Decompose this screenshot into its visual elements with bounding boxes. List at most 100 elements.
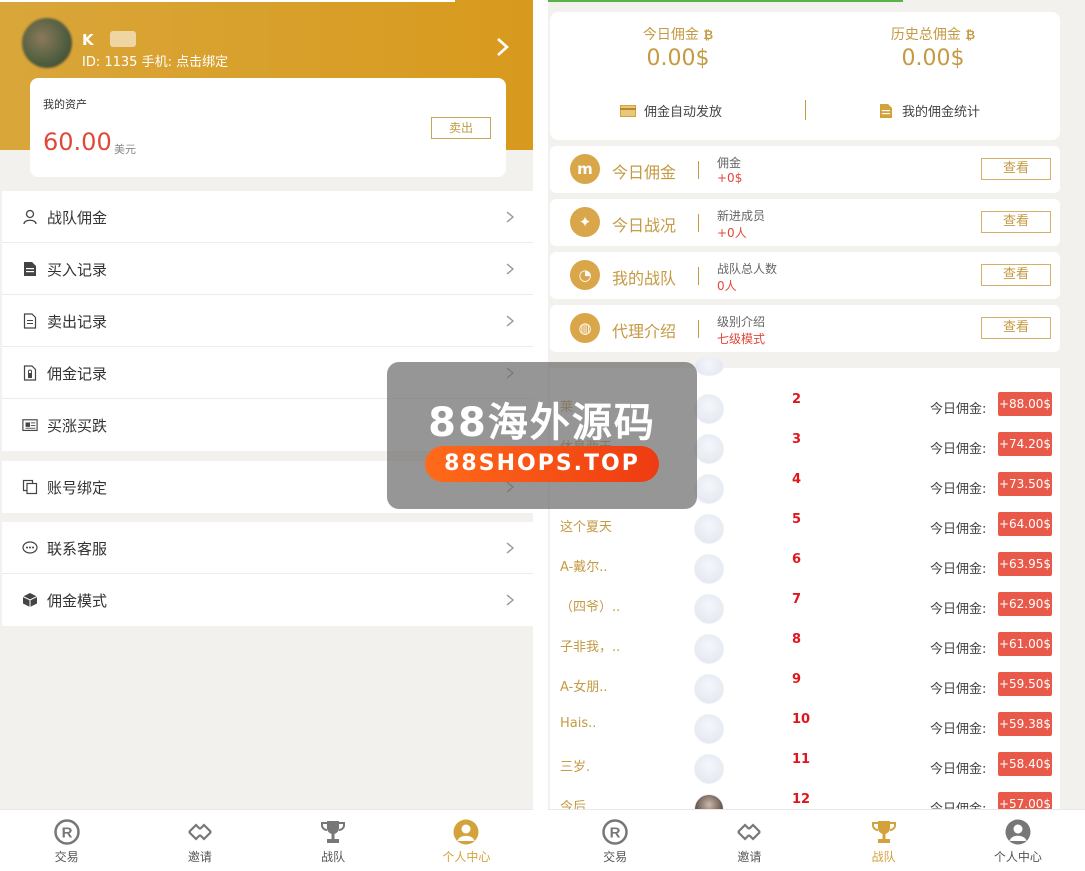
auto-payout-link[interactable]: 佣金自动发放 [620, 101, 722, 120]
nav-item-1[interactable]: 邀请 [133, 810, 266, 871]
avatar [694, 394, 724, 424]
card-icon [620, 105, 636, 117]
bottom-nav: R 交易 邀请 战队 个人中心 [548, 809, 1085, 871]
row-title: 代理介绍 [612, 322, 677, 341]
avatar[interactable] [22, 18, 72, 68]
avatar [694, 634, 724, 664]
menu-item-label: 买涨买跌 [47, 417, 108, 435]
avatar [694, 554, 724, 584]
row-sub-value: +0$ [717, 171, 743, 185]
menu-item[interactable]: 佣金模式 [2, 574, 533, 626]
rank-number: 2 [792, 392, 802, 407]
ranking-row: 三岁. 11 今日佣金: +58.40$ [550, 744, 1060, 784]
avatar [694, 514, 724, 544]
rank-number: 4 [792, 472, 802, 487]
view-button[interactable]: 查看 [981, 264, 1051, 286]
member-name: Hais.. [560, 716, 597, 731]
row-sub-label: 新进成员 [717, 209, 766, 223]
row-title: 今日战况 [612, 216, 677, 235]
menu-item[interactable]: 战队佣金 [2, 191, 533, 243]
chat-icon [22, 540, 38, 556]
nav-item-0[interactable]: R 交易 [548, 810, 682, 871]
avatar [694, 434, 724, 464]
svg-text:R: R [61, 825, 72, 842]
avatar [694, 754, 724, 784]
progress-line [548, 0, 903, 2]
sell-button[interactable]: 卖出 [431, 117, 491, 139]
svg-text:R: R [610, 825, 621, 842]
chevron-right-icon [505, 592, 515, 606]
registered-icon: R [601, 818, 629, 846]
rank-number: 11 [792, 752, 811, 767]
nav-item-1[interactable]: 邀请 [682, 810, 816, 871]
nav-item-3[interactable]: 个人中心 [400, 810, 533, 871]
nav-item-2[interactable]: 战队 [817, 810, 951, 871]
commission-amount-badge: +63.95$ [998, 552, 1052, 576]
profile-header: K ID: 1135 手机: 点击绑定 我的资产 60.00 美元 卖出 [0, 0, 533, 177]
commission-amount-badge: +62.90$ [998, 592, 1052, 616]
view-button[interactable]: 查看 [981, 211, 1051, 233]
summary-row-card: ◍ 代理介绍 级别介绍 七级模式 查看 [550, 305, 1060, 352]
commission-amount-badge: +74.20$ [998, 432, 1052, 456]
auto-payout-label: 佣金自动发放 [644, 105, 723, 120]
rank-number: 5 [792, 512, 802, 527]
menu-item[interactable]: 联系客服 [2, 522, 533, 574]
commission-stats-link[interactable]: 我的佣金统计 [880, 101, 980, 120]
divider [698, 320, 699, 338]
link-icon [735, 818, 763, 846]
registered-icon: R [53, 818, 81, 846]
today-commission-label: 今日佣金: [930, 482, 987, 497]
nav-label: 个人中心 [993, 850, 1042, 864]
row-title: 今日佣金 [612, 163, 677, 182]
rank-number: 6 [792, 552, 802, 567]
view-button[interactable]: 查看 [981, 317, 1051, 339]
avatar [694, 474, 724, 504]
rank-number: 7 [792, 592, 802, 607]
username: K [82, 31, 94, 49]
menu-item-label: 卖出记录 [47, 313, 108, 331]
divider [698, 214, 699, 232]
view-button[interactable]: 查看 [981, 158, 1051, 180]
member-name: A-女朋.. [560, 680, 608, 695]
today-commission-label: 今日佣金: [930, 682, 987, 697]
rank-number: 12 [792, 792, 811, 807]
row-sub-value: 七级模式 [717, 332, 766, 346]
ranking-row: 这个夏天 5 今日佣金: +64.00$ [550, 504, 1060, 544]
member-name: 子非我，.. [560, 640, 621, 655]
summary-row-card: ✦ 今日战况 新进成员 +0人 查看 [550, 199, 1060, 246]
menu-group-support: 联系客服 佣金模式 [2, 522, 533, 626]
chevron-right-icon[interactable] [492, 36, 512, 58]
progress-line [0, 0, 455, 2]
member-name: 三岁. [560, 760, 591, 775]
row-sub-label: 级别介绍 [717, 315, 766, 329]
nav-label: 交易 [603, 850, 628, 864]
nav-item-3[interactable]: 个人中心 [951, 810, 1085, 871]
rank-number: 8 [792, 632, 802, 647]
today-commission: 今日佣金 ₿ 0.00$ [578, 24, 778, 71]
document-filled-icon [22, 261, 38, 277]
user-id-line[interactable]: ID: 1135 手机: 点击绑定 [82, 51, 228, 70]
today-commission-label: 今日佣金: [930, 562, 987, 577]
today-commission-label: 今日佣金: [930, 722, 987, 737]
chevron-right-icon [505, 540, 515, 554]
menu-item-label: 佣金记录 [47, 365, 108, 383]
rank-number: 9 [792, 672, 802, 687]
commission-amount-badge: +58.40$ [998, 752, 1052, 776]
today-commission-label: 今日佣金: [930, 602, 987, 617]
member-name: （四爷）.. [560, 600, 621, 615]
menu-item[interactable]: 卖出记录 [2, 295, 533, 347]
commission-amount-badge: +73.50$ [998, 472, 1052, 496]
commission-amount-badge: +64.00$ [998, 512, 1052, 536]
username-blurred [110, 31, 136, 47]
bottom-nav: R 交易 邀请 战队 个人中心 [0, 809, 533, 871]
document-lock-icon [22, 365, 38, 381]
ranking-row: A-女朋.. 9 今日佣金: +59.50$ [550, 664, 1060, 704]
nav-label: 邀请 [737, 850, 762, 864]
menu-item[interactable]: 买入记录 [2, 243, 533, 295]
document-icon [22, 313, 38, 329]
user-circle-icon [1004, 818, 1032, 846]
nav-item-0[interactable]: R 交易 [0, 810, 133, 871]
nav-item-2[interactable]: 战队 [267, 810, 400, 871]
nav-label: 邀请 [187, 850, 212, 864]
menu-item-label: 账号绑定 [47, 479, 108, 497]
